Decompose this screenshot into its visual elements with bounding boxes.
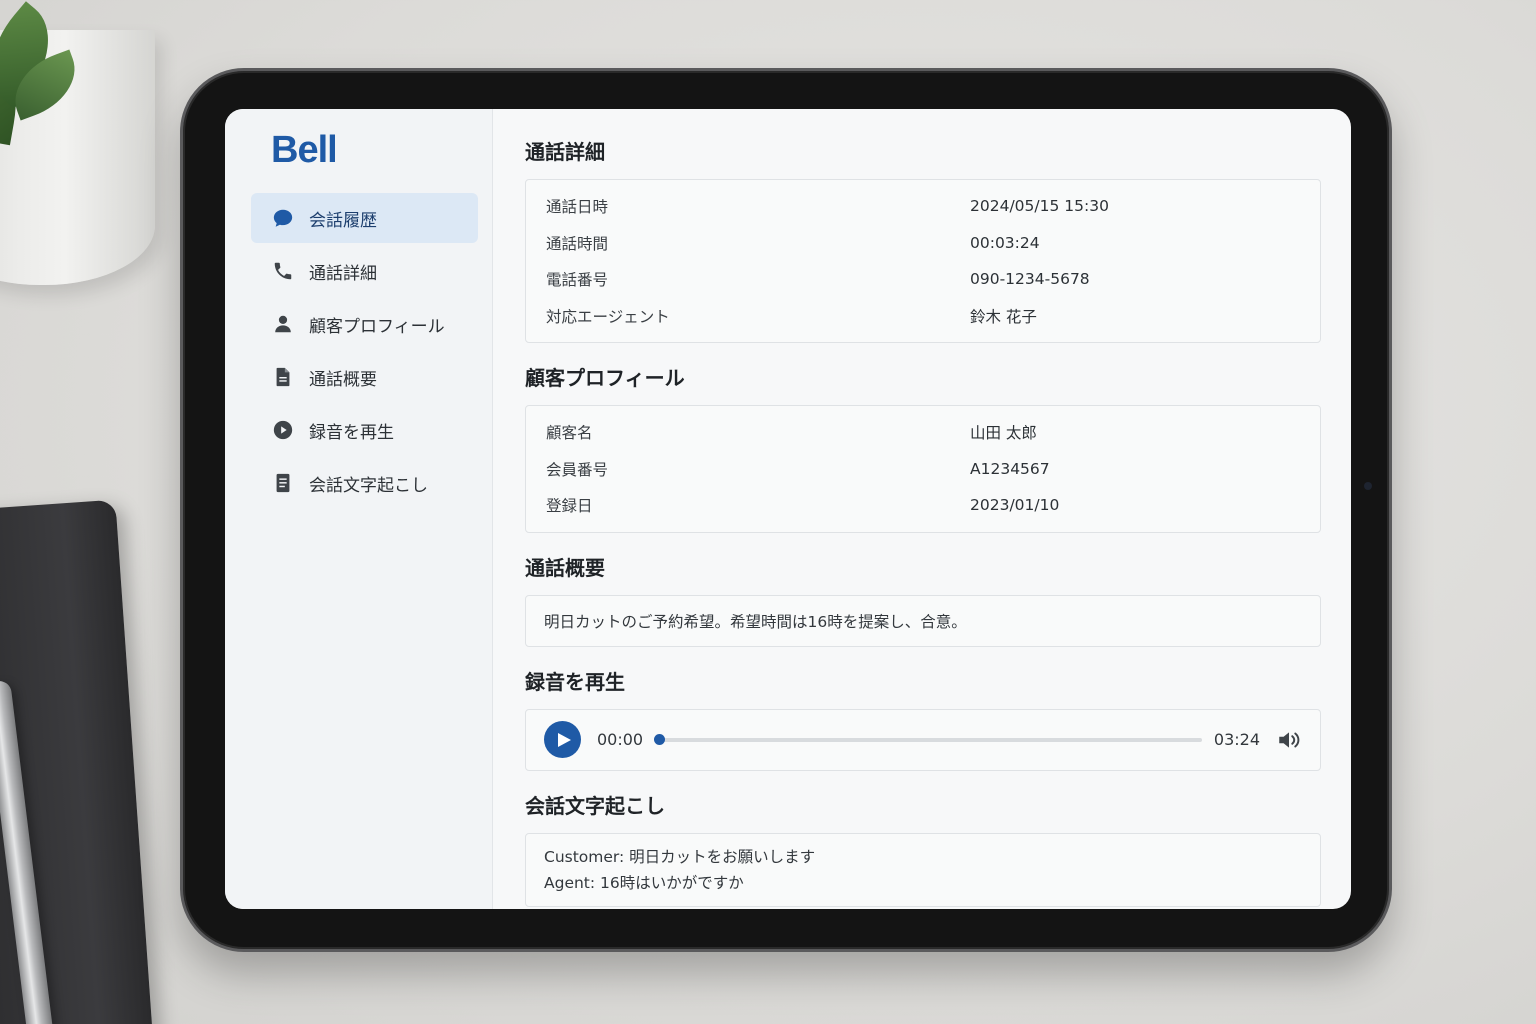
detail-label: 通話時間: [546, 234, 609, 253]
seek-thumb[interactable]: [654, 733, 666, 745]
recording-title: 録音を再生: [525, 669, 625, 694]
play-circle-icon: [271, 418, 295, 442]
sidebar-item-label: 顧客プロフィール: [309, 316, 445, 337]
detail-row: 通話時間 00:03:24: [546, 225, 1300, 262]
customer-profile-title: 顧客プロフィール: [525, 366, 685, 390]
sidebar-item-call-details[interactable]: 通話詳細: [251, 246, 478, 296]
sidebar: Bell 会話履歴 通話詳細 顧客プロフィール 通話概要 録音を再生 会話文字起…: [225, 109, 493, 909]
sidebar-item-conversation-history[interactable]: 会話履歴: [251, 193, 478, 243]
detail-label: 通話日時: [546, 198, 609, 217]
person-icon: [271, 312, 295, 336]
profile-label: 会員番号: [546, 460, 609, 479]
profile-value: 2023/01/10: [970, 496, 1060, 515]
text-document-icon: [271, 471, 295, 495]
volume-button[interactable]: [1274, 725, 1304, 755]
detail-row: 通話日時 2024/05/15 15:30: [546, 188, 1300, 225]
detail-label: 電話番号: [546, 271, 609, 290]
tablet-camera: [1364, 482, 1372, 490]
play-icon: [558, 732, 571, 747]
sidebar-item-customer-profile[interactable]: 顧客プロフィール: [251, 299, 478, 349]
transcript-title: 会話文字起こし: [525, 793, 665, 818]
detail-value: 2024/05/15 15:30: [970, 197, 1109, 216]
seek-bar[interactable]: [654, 733, 1202, 745]
audio-player: 00:00 03:24: [525, 708, 1321, 771]
detail-value: 090-1234-5678: [970, 270, 1090, 289]
document-icon: [271, 365, 295, 389]
customer-profile-card: 顧客名 山田 太郎 会員番号 A1234567 登録日 2023/01/10: [525, 405, 1321, 533]
sidebar-item-play-recording[interactable]: 録音を再生: [251, 405, 478, 455]
call-details-card: 通話日時 2024/05/15 15:30 通話時間 00:03:24 電話番号…: [525, 179, 1321, 343]
sidebar-item-label: 録音を再生: [309, 422, 394, 443]
bell-logo[interactable]: Bell: [271, 127, 478, 173]
profile-label: 登録日: [546, 497, 593, 516]
profile-label: 顧客名: [546, 424, 593, 443]
sidebar-item-transcript[interactable]: 会話文字起こし: [251, 458, 478, 508]
profile-row: 顧客名 山田 太郎: [546, 414, 1300, 451]
profile-value: A1234567: [970, 459, 1050, 478]
profile-value: 山田 太郎: [970, 424, 1037, 443]
detail-value: 00:03:24: [970, 233, 1040, 252]
detail-row: 電話番号 090-1234-5678: [546, 261, 1300, 298]
app-screen: Bell 会話履歴 通話詳細 顧客プロフィール 通話概要 録音を再生 会話文字起…: [225, 109, 1351, 909]
transcript-line: Customer: 明日カットをお願いします: [544, 847, 816, 866]
detail-value: 鈴木 花子: [970, 307, 1037, 326]
sidebar-item-label: 通話詳細: [309, 263, 377, 284]
sidebar-item-call-summary[interactable]: 通話概要: [251, 352, 478, 402]
speaker-icon: [1279, 731, 1300, 748]
call-summary-card: 明日カットのご予約希望。希望時間は16時を提案し、合意。: [525, 594, 1321, 647]
profile-row: 会員番号 A1234567: [546, 451, 1300, 488]
phone-icon: [271, 259, 295, 283]
profile-row: 登録日 2023/01/10: [546, 487, 1300, 524]
main-content: 通話詳細 通話日時 2024/05/15 15:30 通話時間 00:03:24…: [493, 109, 1351, 909]
call-summary-text: 明日カットのご予約希望。希望時間は16時を提案し、合意。: [544, 612, 967, 631]
sidebar-item-label: 会話履歴: [309, 210, 377, 231]
tablet-device: Bell 会話履歴 通話詳細 顧客プロフィール 通話概要 録音を再生 会話文字起…: [180, 68, 1392, 952]
sidebar-item-label: 通話概要: [309, 369, 377, 390]
call-details-title: 通話詳細: [525, 140, 605, 164]
call-summary-title: 通話概要: [525, 555, 605, 580]
sidebar-item-label: 会話文字起こし: [309, 475, 428, 496]
detail-row: 対応エージェント 鈴木 花子: [546, 298, 1300, 335]
chat-bubble-icon: [271, 206, 295, 230]
transcript-card: Customer: 明日カットをお願いします Agent: 16時はいかがですか: [525, 832, 1321, 907]
current-time: 00:00: [597, 730, 644, 749]
detail-label: 対応エージェント: [546, 307, 670, 326]
play-button[interactable]: [544, 721, 581, 758]
transcript-line: Agent: 16時はいかがですか: [544, 873, 744, 892]
plant-pot: [0, 1, 155, 285]
duration: 03:24: [1213, 730, 1260, 749]
